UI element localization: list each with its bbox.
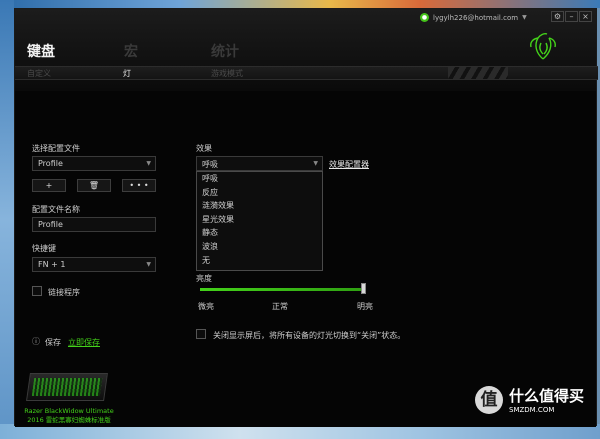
profile-select-value: Profile: [38, 159, 63, 168]
profile-more-button[interactable]: • • •: [122, 179, 156, 192]
effect-option[interactable]: 静态: [197, 226, 322, 240]
effect-select[interactable]: 呼吸 ▼: [196, 156, 323, 171]
effect-label: 效果: [196, 144, 212, 153]
brightness-mid-label: 正常: [272, 302, 288, 311]
shortcut-label: 快捷键: [32, 244, 56, 253]
account-area[interactable]: ● lygylh226@hotmail.com ▼: [420, 13, 527, 22]
device-subname: 2016 雷蛇黑寡妇蜘蛛标准版: [27, 416, 111, 424]
shortcut-select[interactable]: FN + 1 ▼: [32, 257, 156, 272]
watermark-text: 什么值得买 SMZDM.COM: [509, 385, 584, 414]
link-program-checkbox[interactable]: [32, 286, 42, 296]
brightness-slider-track[interactable]: [200, 288, 364, 291]
desktop-background-left: [0, 0, 14, 439]
profile-select[interactable]: Profile ▼: [32, 156, 156, 171]
chevron-down-icon: ▼: [313, 160, 318, 167]
profile-name-input[interactable]: Profile: [32, 217, 156, 232]
tab-stats[interactable]: 统计: [211, 41, 271, 61]
add-profile-button[interactable]: +: [32, 179, 66, 192]
device-caption: Razer BlackWidow Ultimate 2016 雷蛇黑寡妇蜘蛛标准…: [23, 407, 115, 425]
effect-option[interactable]: 波浪: [197, 240, 322, 254]
synapse-window: ● lygylh226@hotmail.com ▼ ⚙ – × 键盘 宏 统计: [14, 8, 598, 427]
decorative-stripes: [448, 67, 508, 79]
title-bar: ● lygylh226@hotmail.com ▼ ⚙ – × 键盘 宏 统计: [15, 9, 598, 91]
effect-option[interactable]: 星光效果: [197, 213, 322, 227]
brightness-low-label: 微亮: [198, 302, 214, 311]
razer-logo-icon: [530, 33, 556, 60]
select-profile-label: 选择配置文件: [32, 144, 80, 153]
window-controls: ⚙ – ×: [551, 11, 592, 22]
device-name: Razer BlackWidow Ultimate: [24, 407, 114, 415]
tab-macro[interactable]: 宏: [124, 41, 164, 61]
subtab-lighting[interactable]: 灯: [123, 68, 131, 79]
effect-option[interactable]: 呼吸: [197, 172, 322, 186]
profile-name-label: 配置文件名称: [32, 205, 80, 214]
delete-profile-button[interactable]: 🗑: [77, 179, 111, 192]
keyboard-device-image[interactable]: [26, 373, 108, 401]
profile-name-value: Profile: [38, 220, 63, 229]
effect-option[interactable]: 无: [197, 254, 322, 268]
save-now-link[interactable]: 立即保存: [68, 337, 100, 348]
subtab-customize[interactable]: 自定义: [27, 68, 51, 79]
info-icon: ⓘ: [32, 337, 40, 346]
watermark-badge: 值: [475, 385, 503, 414]
site-watermark: 值 什么值得买 SMZDM.COM: [475, 385, 584, 414]
main-tabs: 键盘 宏 统计: [27, 41, 239, 61]
subtab-game-mode[interactable]: 游戏模式: [211, 68, 243, 79]
brightness-slider-handle[interactable]: [361, 283, 366, 294]
desktop-background-top: [0, 0, 600, 8]
minimize-button[interactable]: –: [565, 11, 578, 22]
lighting-panel: 选择配置文件 Profile ▼ + 🗑 • • • 配置文件名称 Profil…: [15, 91, 596, 427]
settings-gear-icon[interactable]: ⚙: [551, 11, 564, 22]
screen-off-option-label: 关闭显示屏后，将所有设备的灯光切换到“关闭”状态。: [213, 331, 406, 340]
close-button[interactable]: ×: [579, 11, 592, 22]
effect-dropdown-list: 呼吸 反应 涟漪效果 星光效果 静态 波浪 无: [196, 171, 323, 271]
chevron-down-icon[interactable]: ▼: [522, 14, 527, 21]
effect-select-value: 呼吸: [202, 160, 218, 169]
watermark-en: SMZDM.COM: [509, 406, 555, 414]
link-program-label: 链接程序: [48, 288, 80, 297]
effect-configurator-link[interactable]: 效果配置器: [329, 159, 369, 170]
watermark-cn: 什么值得买: [509, 387, 585, 405]
sub-tabs: 自定义 灯 游戏模式: [15, 66, 598, 80]
shortcut-value: FN + 1: [38, 260, 66, 269]
save-label: 保存: [45, 338, 61, 347]
screen-off-checkbox[interactable]: [196, 329, 206, 339]
chevron-down-icon: ▼: [146, 160, 151, 167]
tab-keyboard[interactable]: 键盘: [27, 41, 55, 61]
keyboard-keys: [31, 378, 103, 396]
effect-option[interactable]: 反应: [197, 186, 322, 200]
effect-option[interactable]: 涟漪效果: [197, 199, 322, 213]
brightness-label: 亮度: [196, 274, 212, 283]
account-email: lygylh226@hotmail.com: [433, 13, 519, 22]
user-icon: ●: [420, 13, 429, 22]
brightness-high-label: 明亮: [357, 302, 373, 311]
chevron-down-icon: ▼: [146, 261, 151, 268]
